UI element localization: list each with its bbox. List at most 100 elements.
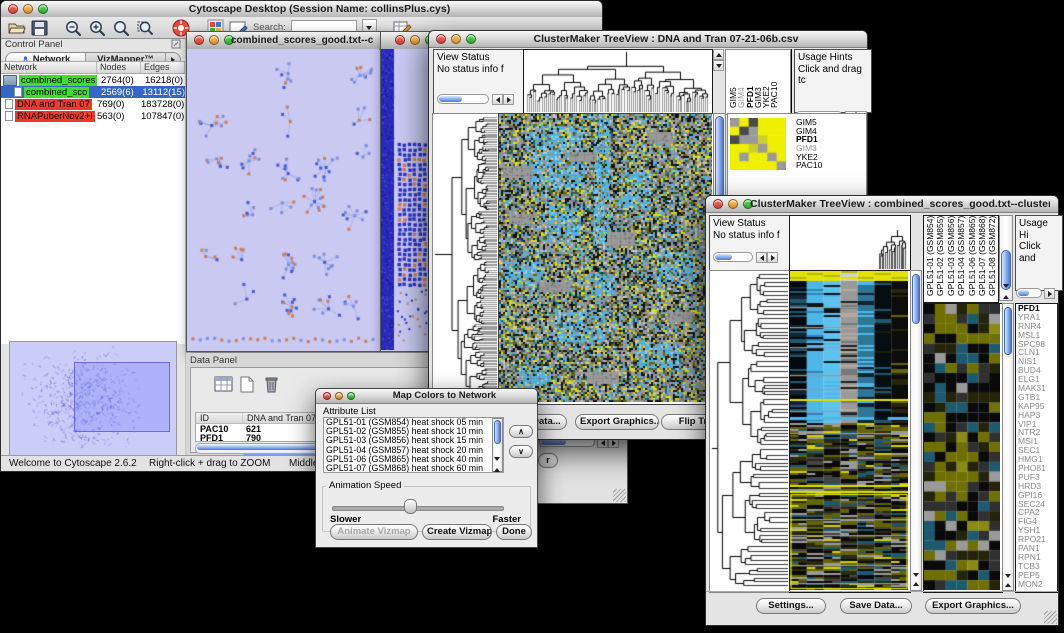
network-list-header[interactable]: Network Nodes Edges (1, 62, 185, 74)
move-up-button[interactable]: ∧ (509, 425, 533, 438)
speed-slider-track[interactable] (332, 506, 504, 511)
heatmap-panel[interactable] (789, 270, 911, 593)
birdseye-view[interactable] (9, 341, 177, 457)
row-dendrogram-panel[interactable] (432, 113, 500, 405)
action-button[interactable]: Done (496, 524, 532, 540)
column-dendrogram-canvas[interactable] (790, 216, 908, 269)
attribute-table-icon[interactable] (213, 374, 233, 394)
minimize-button[interactable] (335, 392, 343, 400)
zoom-out-icon[interactable] (64, 19, 83, 37)
labels-vscrollbar[interactable] (999, 215, 1013, 301)
column-dendrogram-panel[interactable] (523, 49, 713, 115)
resize-grip[interactable] (613, 489, 626, 502)
column-dendrogram-canvas[interactable] (524, 50, 710, 112)
close-button[interactable] (8, 4, 18, 14)
action-button[interactable]: Settings... (756, 598, 826, 614)
scroll-right-button[interactable] (1044, 288, 1055, 299)
dialog-title-bar[interactable]: Map Colors to Network (316, 389, 537, 404)
scroll-thumb[interactable] (1004, 307, 1012, 355)
treeview-combined-title-bar[interactable]: ClusterMaker TreeView : combined_scores_… (706, 196, 1058, 213)
scroll-thumb[interactable] (912, 274, 920, 324)
row-dendrogram-canvas[interactable] (433, 114, 497, 402)
network-table-row[interactable]: RNAPuberNov2+I 563(0) 107847(0) (1, 110, 185, 122)
float-panel-icon[interactable] (171, 39, 181, 52)
window-controls[interactable] (8, 4, 48, 14)
attribute-list[interactable]: GPL51-01 (GSM854) heat shock 05 minGPL51… (323, 417, 504, 473)
close-button[interactable] (395, 35, 405, 45)
column-dendrogram-panel[interactable] (789, 215, 911, 272)
network-row-icon (5, 99, 13, 109)
minimize-button[interactable] (728, 199, 738, 209)
attribute-item[interactable]: GPL51-07 (GSM868) heat shock 60 min (324, 464, 503, 473)
new-attribute-icon[interactable] (237, 374, 257, 394)
heatmap-vscrollbar[interactable] (910, 270, 922, 591)
window-controls[interactable] (436, 34, 476, 44)
delete-attribute-icon[interactable] (261, 374, 281, 394)
scroll-thumb[interactable] (1018, 290, 1029, 296)
treeview-dna-title-bar[interactable]: ClusterMaker TreeView : DNA and Tran 07-… (429, 31, 867, 48)
network-table-row[interactable]: combined_scores 2764(0) 16218(0) (1, 74, 185, 86)
minimize-button[interactable] (410, 35, 420, 45)
close-button[interactable] (194, 35, 204, 45)
cluster-summary-heatmap[interactable] (730, 118, 786, 170)
zoom-vscrollbar[interactable] (1002, 303, 1014, 591)
scroll-thumb[interactable] (494, 420, 501, 444)
minimize-button[interactable] (209, 35, 219, 45)
open-icon[interactable] (7, 20, 26, 35)
fragment-button[interactable]: r (538, 453, 558, 468)
scroll-down-button[interactable] (494, 461, 500, 473)
zoom-selected-icon[interactable] (112, 19, 131, 37)
action-button[interactable]: Animate Vizmap (330, 524, 418, 540)
network-row-icon (5, 111, 13, 121)
window-controls[interactable] (713, 199, 753, 209)
main-title-bar[interactable]: Cytoscape Desktop (Session Name: collins… (1, 1, 602, 18)
scroll-right-button[interactable] (767, 252, 778, 263)
heatmap-canvas[interactable] (790, 271, 908, 590)
action-button[interactable]: Save Data... (840, 598, 912, 614)
row-dendrogram-panel[interactable] (709, 270, 791, 593)
heatmap-canvas[interactable] (499, 114, 712, 402)
network-table-row[interactable]: DNA and Tran 07 769(0) 183728(0) (1, 98, 185, 110)
scroll-thumb[interactable] (715, 254, 732, 260)
scroll-right-button[interactable] (503, 94, 514, 105)
zoom-heatmap-panel[interactable] (923, 303, 1003, 593)
action-button[interactable]: Export Graphics... (575, 414, 659, 430)
zoom-heatmap-canvas[interactable] (924, 304, 1000, 590)
action-button[interactable]: Create Vizmap (422, 524, 492, 540)
hints-scrollbar[interactable] (1016, 288, 1042, 298)
zoom-button[interactable] (347, 392, 355, 400)
window-controls[interactable] (323, 392, 355, 400)
zoom-in-icon[interactable] (88, 19, 107, 37)
save-icon[interactable] (31, 20, 48, 36)
network-window-controls[interactable] (194, 35, 234, 45)
network-view-title-bar[interactable]: combined_scores_good.txt--cluste... (187, 32, 381, 50)
scroll-left-button[interactable] (756, 252, 767, 263)
network2-canvas[interactable] (381, 49, 429, 350)
network-view2-title-bar[interactable] (381, 32, 431, 50)
row-dendrogram-canvas[interactable] (710, 271, 788, 590)
close-button[interactable] (436, 34, 446, 44)
status-scrollbar[interactable] (713, 252, 753, 262)
close-button[interactable] (323, 392, 331, 400)
network-table-row[interactable]: combined_sco 2569(6) 13112(15) (1, 86, 185, 98)
minimize-button[interactable] (23, 4, 33, 14)
scroll-up-button[interactable] (713, 49, 724, 60)
close-button[interactable] (713, 199, 723, 209)
speed-slider-thumb[interactable] (404, 499, 417, 514)
resize-grip[interactable] (1044, 611, 1057, 624)
network-canvas[interactable] (187, 49, 379, 350)
gene-label[interactable]: MON2 (1016, 580, 1057, 589)
array-column-label: GPL51-04 (GSM857) (956, 215, 966, 296)
move-down-button[interactable]: ∨ (509, 445, 533, 458)
scroll-down-button[interactable] (713, 60, 724, 71)
scroll-left-button[interactable] (492, 94, 503, 105)
usage-hints-text: Click and (1019, 241, 1059, 264)
zoom-fit-icon[interactable] (136, 19, 155, 37)
action-button[interactable]: Export Graphics... (925, 598, 1021, 614)
scroll-thumb[interactable] (439, 96, 462, 102)
birdseye-selection[interactable] (74, 362, 170, 432)
minimize-button[interactable] (451, 34, 461, 44)
status-scrollbar[interactable] (437, 94, 489, 104)
list-vscrollbar[interactable] (492, 418, 503, 472)
heatmap-panel[interactable] (498, 113, 715, 405)
